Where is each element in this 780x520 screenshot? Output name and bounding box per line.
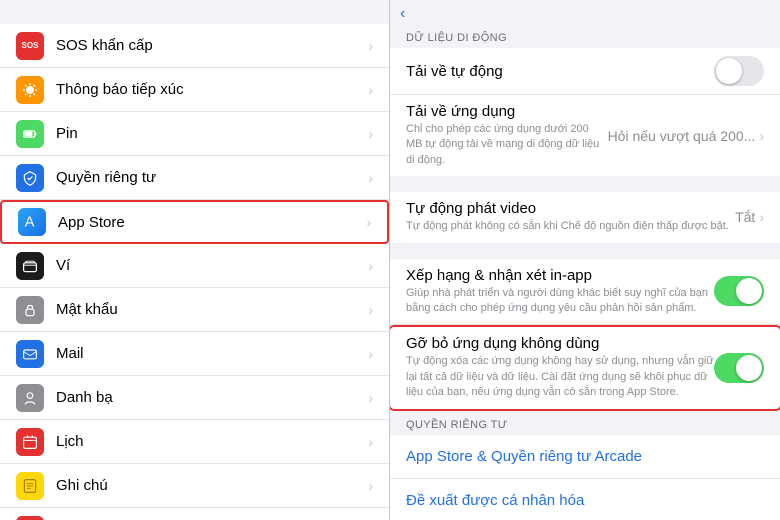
- settings-item-privacy[interactable]: Quyền riêng tư›: [0, 156, 389, 200]
- privacy-link-1-label: App Store & Quyền riêng tư Arcade: [406, 448, 642, 465]
- auto-download-label: Tải về tự động: [406, 63, 714, 80]
- contacts-chevron-icon: ›: [368, 390, 373, 406]
- settings-item-reminders[interactable]: Lời nhắc›: [0, 508, 389, 520]
- left-panel: SOSSOS khẩn cấp›Thông báo tiếp xúc›Pin›Q…: [0, 0, 390, 520]
- settings-item-password[interactable]: Mật khẩu›: [0, 288, 389, 332]
- settings-group-1: SOSSOS khẩn cấp›Thông báo tiếp xúc›Pin›Q…: [0, 24, 389, 520]
- right-panel: ‹ DỮ LIỆU DI ĐỘNG Tải về tự động Tải về …: [390, 0, 780, 520]
- ratings-group: Xếp hạng & nhận xét in-app Giúp nhà phát…: [390, 259, 780, 411]
- auto-play-item[interactable]: Tự động phát video Tự động phát không có…: [390, 192, 780, 242]
- auto-play-label: Tự động phát video: [406, 200, 735, 217]
- appstore-label: App Store: [58, 214, 362, 231]
- battery-label: Pin: [56, 125, 364, 142]
- password-label: Mật khẩu: [56, 301, 364, 318]
- gap-2: [390, 243, 780, 259]
- right-header: ‹: [390, 0, 780, 24]
- mail-icon: [16, 340, 44, 368]
- privacy-group: App Store & Quyền riêng tư Arcade Đề xuất…: [390, 435, 780, 520]
- reminders-icon: [16, 516, 44, 520]
- right-content: DỮ LIỆU DI ĐỘNG Tải về tự động Tải về ứn…: [390, 24, 780, 520]
- remove-apps-label: Gỡ bỏ ứng dụng không dùng: [406, 335, 714, 352]
- settings-item-calendar[interactable]: Lịch›: [0, 420, 389, 464]
- privacy-link-1[interactable]: App Store & Quyền riêng tư Arcade: [390, 435, 780, 479]
- contacts-label: Danh bạ: [56, 389, 364, 406]
- ratings-toggle[interactable]: [714, 276, 764, 306]
- privacy-chevron-icon: ›: [368, 170, 373, 186]
- auto-play-group: Tự động phát video Tự động phát không có…: [390, 192, 780, 242]
- exposure-label: Thông báo tiếp xúc: [56, 81, 364, 98]
- settings-item-appstore[interactable]: A App Store›: [0, 200, 389, 244]
- settings-item-mail[interactable]: Mail›: [0, 332, 389, 376]
- settings-item-wallet[interactable]: Ví›: [0, 244, 389, 288]
- auto-play-chevron-icon: ›: [759, 209, 764, 225]
- exposure-icon: [16, 76, 44, 104]
- remove-apps-toggle-thumb: [736, 355, 762, 381]
- exposure-chevron-icon: ›: [368, 82, 373, 98]
- ratings-label: Xếp hạng & nhận xét in-app: [406, 267, 714, 284]
- auto-play-value: Tắt: [735, 209, 755, 225]
- sos-icon: SOS: [16, 32, 44, 60]
- privacy-icon: [16, 164, 44, 192]
- calendar-icon: [16, 428, 44, 456]
- privacy-link-2-label: Đề xuất được cá nhân hóa: [406, 492, 584, 509]
- calendar-label: Lịch: [56, 433, 364, 450]
- app-downloads-label: Tải về ứng dụng: [406, 103, 608, 120]
- password-icon: [16, 296, 44, 324]
- contacts-icon: [16, 384, 44, 412]
- settings-item-notes[interactable]: Ghi chú›: [0, 464, 389, 508]
- password-chevron-icon: ›: [368, 302, 373, 318]
- settings-item-contacts[interactable]: Danh bạ›: [0, 376, 389, 420]
- settings-item-battery[interactable]: Pin›: [0, 112, 389, 156]
- privacy-section-header: QUYỀN RIÊNG TƯ: [390, 411, 780, 435]
- ratings-toggle-thumb: [736, 278, 762, 304]
- sos-chevron-icon: ›: [368, 38, 373, 54]
- sos-label: SOS khẩn cấp: [56, 37, 364, 54]
- left-panel-title: [0, 0, 389, 24]
- app-downloads-sub: Chỉ cho phép các ứng dụng dưới 200 MB tự…: [406, 122, 608, 168]
- mail-label: Mail: [56, 345, 364, 362]
- settings-item-exposure[interactable]: Thông báo tiếp xúc›: [0, 68, 389, 112]
- notes-label: Ghi chú: [56, 477, 364, 494]
- remove-apps-sub: Tự động xóa các ứng dụng không hay sử dụ…: [406, 354, 714, 400]
- settings-item-sos[interactable]: SOS SOS khẩn cấp›: [0, 24, 389, 68]
- app-downloads-value: Hỏi nếu vượt quá 200...: [608, 128, 756, 144]
- app-downloads-item[interactable]: Tải về ứng dụng Chỉ cho phép các ứng dụn…: [390, 95, 780, 176]
- back-chevron-icon: ‹: [400, 5, 405, 23]
- mobile-data-section-header: DỮ LIỆU DI ĐỘNG: [390, 24, 780, 48]
- auto-download-toggle-thumb: [716, 58, 742, 84]
- auto-download-item[interactable]: Tải về tự động: [390, 48, 780, 95]
- auto-download-content: Tải về tự động: [406, 63, 714, 80]
- mail-chevron-icon: ›: [368, 346, 373, 362]
- ratings-item[interactable]: Xếp hạng & nhận xét in-app Giúp nhà phát…: [390, 259, 780, 326]
- privacy-label: Quyền riêng tư: [56, 169, 364, 186]
- notes-icon: [16, 472, 44, 500]
- battery-icon: [16, 120, 44, 148]
- auto-play-sub: Tự động phát không có sẵn khi Chế độ ngu…: [406, 219, 735, 234]
- ratings-content: Xếp hạng & nhận xét in-app Giúp nhà phát…: [406, 267, 714, 317]
- wallet-chevron-icon: ›: [368, 258, 373, 274]
- notes-chevron-icon: ›: [368, 478, 373, 494]
- appstore-icon: A: [18, 208, 46, 236]
- remove-apps-item[interactable]: Gỡ bỏ ứng dụng không dùng Tự động xóa cá…: [390, 325, 780, 410]
- app-downloads-content: Tải về ứng dụng Chỉ cho phép các ứng dụn…: [406, 103, 608, 168]
- svg-text:A: A: [25, 215, 35, 231]
- app-downloads-chevron-icon: ›: [759, 128, 764, 144]
- privacy-link-2[interactable]: Đề xuất được cá nhân hóa: [390, 479, 780, 520]
- ratings-sub: Giúp nhà phát triển và người dùng khác b…: [406, 286, 714, 317]
- gap-1: [390, 176, 780, 192]
- appstore-chevron-icon: ›: [366, 214, 371, 230]
- back-button[interactable]: ‹: [400, 5, 407, 23]
- remove-apps-toggle[interactable]: [714, 353, 764, 383]
- wallet-label: Ví: [56, 257, 364, 274]
- calendar-chevron-icon: ›: [368, 434, 373, 450]
- remove-apps-content: Gỡ bỏ ứng dụng không dùng Tự động xóa cá…: [406, 335, 714, 400]
- mobile-data-group: Tải về tự động Tải về ứng dụng Chỉ cho p…: [390, 48, 780, 176]
- auto-play-content: Tự động phát video Tự động phát không có…: [406, 200, 735, 234]
- battery-chevron-icon: ›: [368, 126, 373, 142]
- auto-download-toggle[interactable]: [714, 56, 764, 86]
- settings-list: SOSSOS khẩn cấp›Thông báo tiếp xúc›Pin›Q…: [0, 24, 389, 520]
- wallet-icon: [16, 252, 44, 280]
